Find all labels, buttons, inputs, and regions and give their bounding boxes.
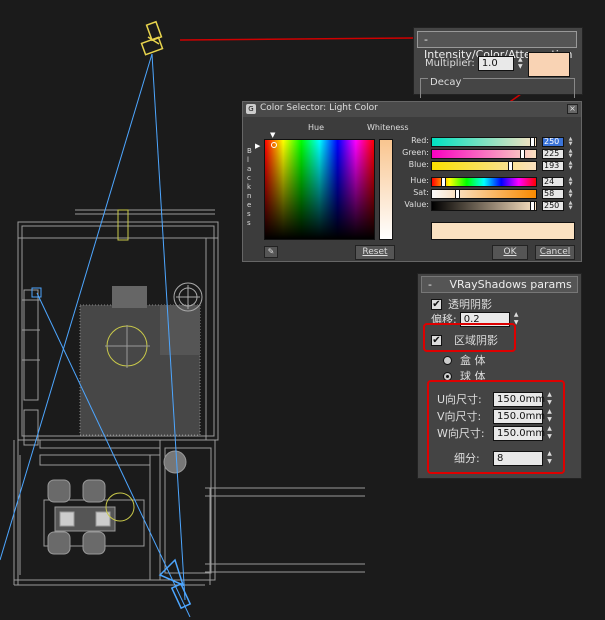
channel-label-green: Green:	[402, 148, 429, 157]
hue-header: Hue	[308, 123, 325, 132]
whiteness-header: Whiteness	[367, 123, 409, 132]
light-color-swatch[interactable]	[528, 52, 570, 77]
attenuation-panel: - Intensity/Color/Attenuation Multiplier…	[413, 27, 583, 98]
channel-slider-green[interactable]	[431, 149, 537, 159]
transparent-shadows-row: ✔ 透明阴影	[431, 296, 492, 312]
channel-value-value[interactable]: 250	[542, 201, 564, 211]
spotlight-icon[interactable]	[140, 20, 164, 56]
channel-label-blue: Blue:	[408, 160, 429, 169]
blackness-label: B l a c k n e s s	[247, 147, 252, 227]
vray-shadows-rollout-title[interactable]: - VRayShadows params	[421, 276, 578, 293]
multiplier-input[interactable]: 1.0	[477, 56, 514, 71]
box-radio[interactable]	[443, 355, 452, 365]
size-params-highlight	[427, 380, 565, 474]
slider-thumb[interactable]	[530, 137, 535, 147]
attenuation-rollout-title[interactable]: - Intensity/Color/Attenuation	[417, 31, 577, 61]
channel-slider-red[interactable]	[431, 137, 537, 147]
vray-shadows-title-label: VRayShadows params	[449, 278, 572, 291]
transparent-shadows-label: 透明阴影	[448, 298, 492, 311]
channel-label-sat: Sat:	[413, 188, 429, 197]
cancel-button[interactable]: Cancel	[535, 245, 575, 260]
picker-crosshair-icon	[271, 142, 277, 148]
spinner-arrows-icon[interactable]: ▲ ▼	[567, 177, 574, 187]
spinner-arrows-icon[interactable]: ▲ ▼	[516, 56, 525, 71]
channel-label-hue: Hue:	[410, 176, 429, 185]
color-selector-title: Color Selector: Light Color	[260, 103, 378, 113]
channel-label-value: Value:	[404, 200, 429, 209]
channel-value-sat[interactable]: 58	[542, 189, 564, 199]
channel-value-hue[interactable]: 24	[542, 177, 564, 187]
decay-label: Decay	[428, 77, 464, 88]
reset-button[interactable]: Reset	[355, 245, 395, 260]
eyedropper-icon[interactable]: ✎	[264, 246, 278, 258]
color-selector-dialog: G Color Selector: Light Color × Hue Whit…	[242, 101, 582, 262]
box-radio-row: 盒 体	[443, 352, 486, 368]
channel-slider-sat[interactable]	[431, 189, 537, 199]
hue-blackness-picker[interactable]	[264, 139, 375, 240]
transparent-shadows-checkbox[interactable]: ✔	[431, 298, 442, 310]
spinner-arrows-icon[interactable]: ▲ ▼	[567, 149, 574, 159]
slider-thumb[interactable]	[520, 149, 525, 159]
box-label: 盒 体	[460, 354, 486, 367]
ok-button[interactable]: OK	[492, 245, 528, 260]
color-selector-titlebar[interactable]: G Color Selector: Light Color ×	[243, 102, 581, 117]
app-logo-icon: G	[246, 104, 256, 114]
area-shadow-highlight	[423, 323, 516, 352]
close-icon[interactable]: ×	[567, 104, 578, 114]
light-target-icon[interactable]	[31, 287, 42, 298]
spinner-arrows-icon[interactable]: ▲ ▼	[567, 161, 574, 171]
decay-group: Decay	[420, 77, 575, 98]
spinner-arrows-icon[interactable]: ▲ ▼	[567, 201, 574, 211]
channel-value-green[interactable]: 225	[542, 149, 564, 159]
multiplier-label: Multiplier:	[425, 58, 475, 69]
channel-value-blue[interactable]: 193	[542, 161, 564, 171]
blackness-pointer-icon[interactable]: ▶	[255, 142, 260, 150]
color-preview	[431, 222, 575, 240]
slider-thumb[interactable]	[508, 161, 513, 171]
channel-slider-value[interactable]	[431, 201, 537, 211]
slider-thumb[interactable]	[441, 177, 446, 187]
channel-slider-hue[interactable]	[431, 177, 537, 187]
bed	[79, 282, 203, 436]
channel-slider-blue[interactable]	[431, 161, 537, 171]
hue-pointer-icon[interactable]: ▼	[270, 131, 275, 139]
collapse-icon: -	[424, 33, 428, 46]
annotation-line-top	[179, 37, 415, 41]
multiplier-row: Multiplier: 1.0 ▲ ▼	[425, 56, 525, 71]
channel-value-red[interactable]: 250	[542, 137, 564, 147]
slider-thumb[interactable]	[530, 201, 535, 211]
collapse-icon: -	[428, 278, 436, 291]
channel-label-red: Red:	[411, 136, 429, 145]
multiplier-spinner[interactable]: 1.0 ▲ ▼	[477, 56, 525, 71]
spinner-arrows-icon[interactable]: ▲ ▼	[567, 189, 574, 199]
slider-thumb[interactable]	[455, 189, 460, 199]
spinner-arrows-icon[interactable]: ▲ ▼	[567, 137, 574, 147]
